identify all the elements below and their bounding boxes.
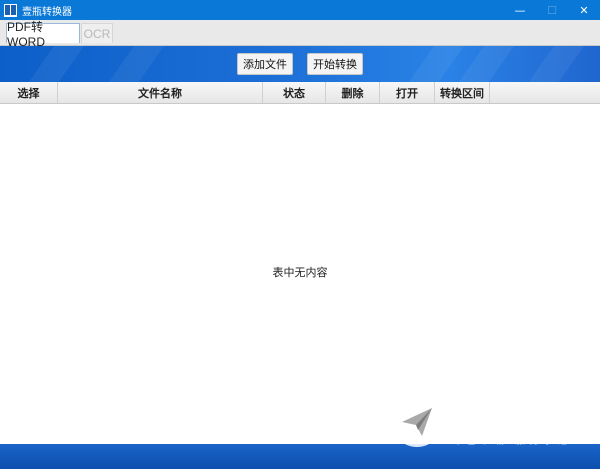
watermark: 统一下载站 绿色下载 服务承诺 — [388, 392, 588, 456]
column-header-open[interactable]: 打开 — [380, 82, 435, 103]
column-header-select[interactable]: 选择 — [0, 82, 58, 103]
tab-bar: PDF转WORD OCR — [0, 20, 600, 49]
window-controls: — ☐ ✕ — [504, 0, 600, 20]
watermark-tagline: 绿色下载 服务承诺 — [452, 436, 572, 447]
app-icon — [4, 3, 17, 17]
window-title: 壹瓶转换器 — [22, 6, 72, 18]
column-header-delete[interactable]: 删除 — [326, 82, 380, 103]
maximize-button[interactable]: ☐ — [536, 0, 568, 20]
column-header-filename[interactable]: 文件名称 — [58, 82, 263, 103]
column-header-convert-range[interactable]: 转换区间 — [435, 82, 490, 103]
table-header: 选择 文件名称 状态 删除 打开 转换区间 — [0, 82, 600, 104]
start-convert-button[interactable]: 开始转换 — [307, 53, 363, 75]
close-button[interactable]: ✕ — [568, 0, 600, 20]
tab-pdf-to-word[interactable]: PDF转WORD — [6, 20, 80, 49]
minimize-button[interactable]: — — [504, 0, 536, 20]
toolbar-banner: 添加文件 开始转换 — [0, 46, 600, 82]
column-header-status[interactable]: 状态 — [263, 82, 326, 103]
empty-table-message: 表中无内容 — [272, 266, 328, 279]
title-bar: 壹瓶转换器 — ☐ ✕ — [0, 0, 600, 20]
add-file-button[interactable]: 添加文件 — [237, 53, 293, 75]
tab-ocr[interactable]: OCR — [81, 23, 113, 43]
watermark-brand: 统一下载站 — [450, 404, 586, 434]
watermark-logo-icon — [391, 395, 443, 447]
